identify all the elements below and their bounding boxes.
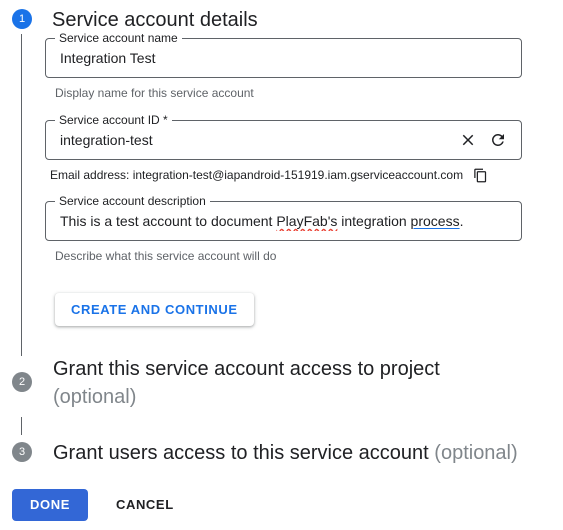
service-account-name-field[interactable]: Service account name Integration Test	[45, 31, 522, 78]
description-text-part2: integration	[337, 213, 411, 229]
refresh-icon[interactable]	[489, 131, 507, 149]
step-3-title-text: Grant users access to this service accou…	[53, 442, 429, 464]
dialog-footer: DONE CANCEL	[12, 489, 186, 521]
copy-icon[interactable]	[473, 168, 488, 183]
service-account-email-value: integration-test@iapandroid-151919.iam.g…	[132, 168, 464, 182]
service-account-name-hint: Display name for this service account	[55, 86, 254, 100]
step-1-title: Service account details	[52, 9, 258, 31]
service-account-email-row: Email address: integration-test@iapandro…	[45, 167, 522, 183]
step-3-badge: 3	[12, 442, 32, 462]
step-2-badge: 2	[12, 372, 32, 392]
step-2-title-text: Grant this service account access to pro…	[53, 358, 440, 380]
service-account-details-form: Service account name Integration Test Di…	[45, 31, 522, 326]
create-and-continue-button[interactable]: CREATE AND CONTINUE	[55, 293, 254, 326]
step-connector-1	[21, 34, 22, 356]
service-account-id-actions	[459, 131, 521, 149]
done-button[interactable]: DONE	[12, 489, 88, 521]
service-account-description-hint: Describe what this service account will …	[55, 249, 277, 263]
step-3-optional-label: (optional)	[434, 442, 518, 464]
description-text-part3: .	[459, 213, 464, 229]
step-connector-2	[21, 417, 22, 435]
description-text-part1: This is a test account to document	[60, 213, 277, 229]
step-2-optional-label: (optional)	[53, 386, 137, 408]
service-account-id-label: Service account ID *	[55, 113, 172, 127]
service-account-email-text: Email address: integration-test@iapandro…	[50, 167, 463, 183]
step-3-title: Grant users access to this service accou…	[53, 439, 518, 467]
service-account-id-field[interactable]: Service account ID * integration-test	[45, 113, 522, 160]
step-1-badge: 1	[12, 9, 32, 29]
description-misspelled-word: PlayFab's	[276, 213, 338, 229]
cancel-button[interactable]: CANCEL	[104, 489, 186, 521]
service-account-name-label: Service account name	[55, 31, 182, 45]
service-account-description-field[interactable]: Service account description This is a te…	[45, 194, 522, 241]
description-linked-word[interactable]: process	[411, 213, 460, 229]
close-icon[interactable]	[459, 131, 477, 149]
step-2-title: Grant this service account access to pro…	[53, 355, 523, 411]
step-3-grant-users-access[interactable]: 3 Grant users access to this service acc…	[12, 442, 552, 467]
step-2-grant-project-access[interactable]: 2 Grant this service account access to p…	[12, 355, 552, 411]
create-and-continue-row: CREATE AND CONTINUE	[45, 293, 522, 326]
service-account-email-prefix: Email address:	[50, 168, 133, 182]
service-account-name-input[interactable]: Integration Test	[46, 48, 521, 68]
service-account-id-input[interactable]: integration-test	[46, 130, 459, 150]
service-account-description-input[interactable]: This is a test account to document PlayF…	[46, 211, 521, 231]
service-account-description-label: Service account description	[55, 194, 210, 208]
